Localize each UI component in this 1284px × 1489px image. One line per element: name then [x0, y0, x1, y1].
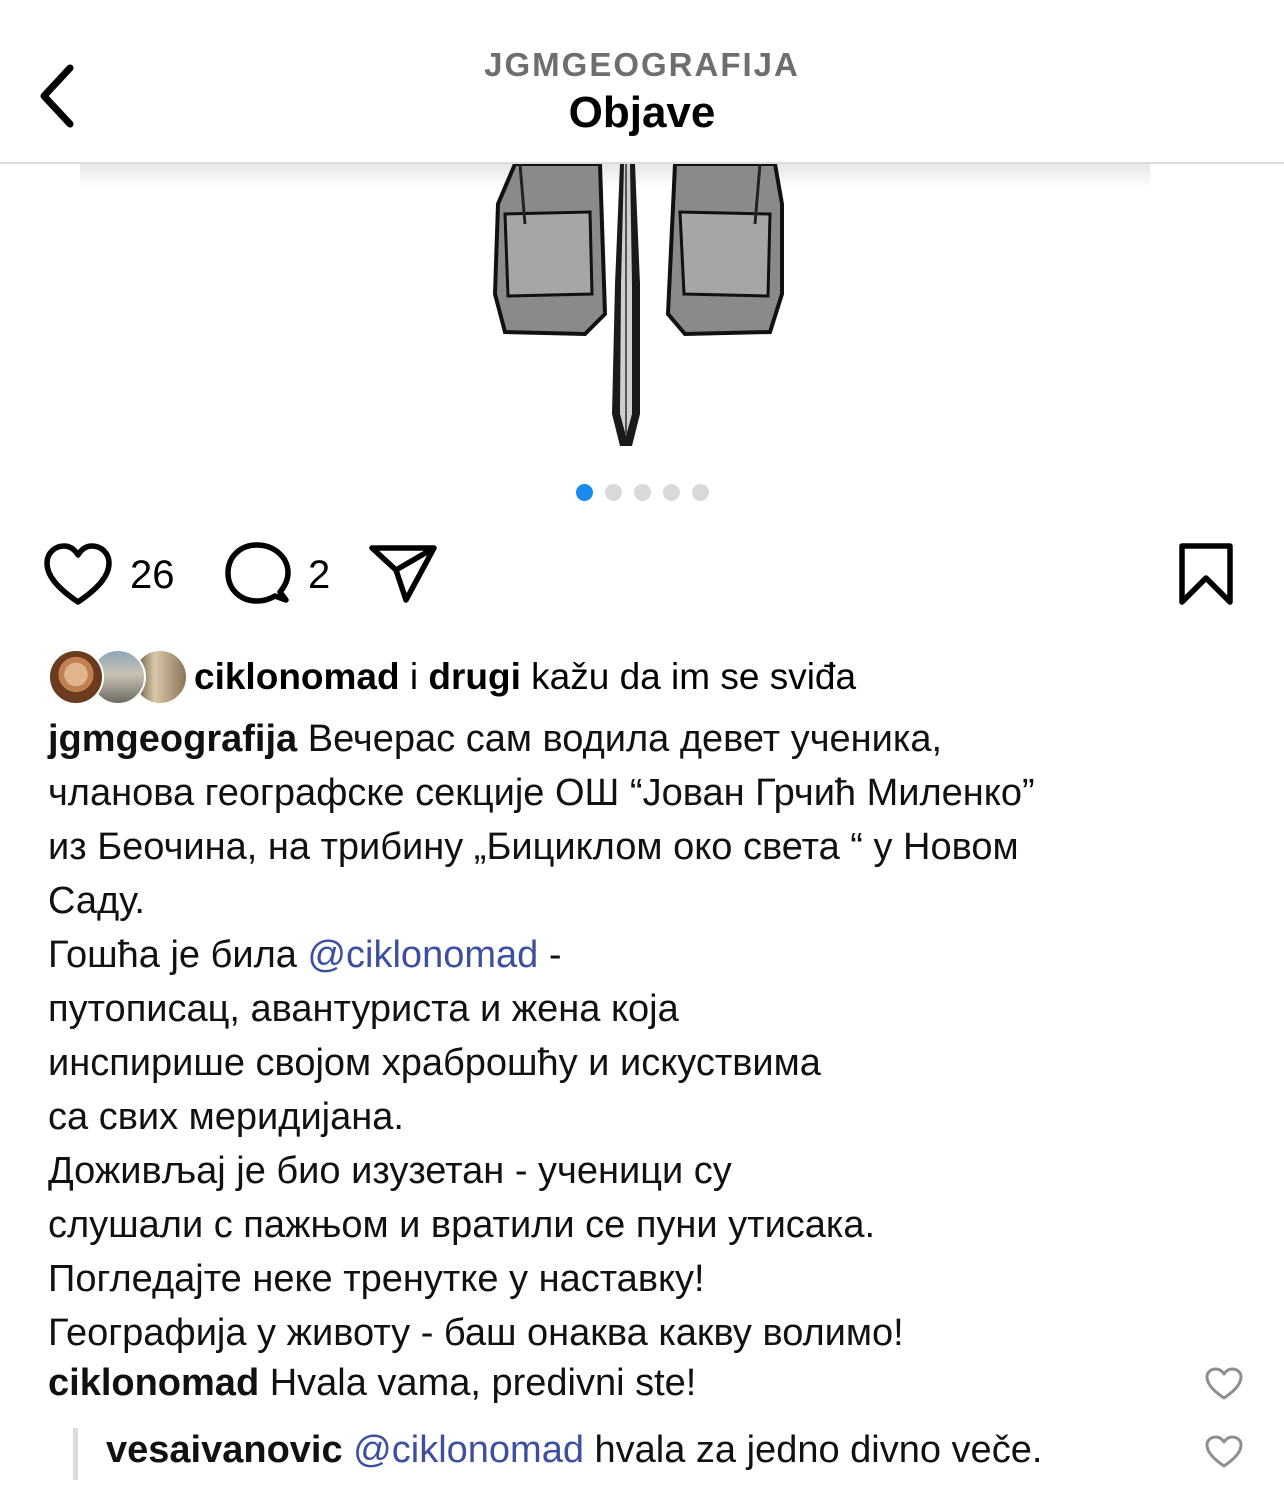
likes-summary[interactable]: ciklonomad i drugi kažu da im se sviđa — [48, 648, 856, 706]
like-count[interactable]: 26 — [130, 553, 175, 598]
reply-thread-line — [73, 1428, 78, 1480]
top-bar: JGMGEOGRAFIJA Objave — [0, 0, 1284, 164]
post-caption: jgmgeografija Вечерас сам водила девет у… — [48, 712, 1238, 1360]
heart-icon[interactable] — [42, 542, 114, 608]
comment-text: Hvala vama, predivni ste! — [269, 1362, 697, 1404]
liker-username[interactable]: ciklonomad — [194, 656, 400, 698]
caption-line: - — [538, 934, 562, 976]
caption-line: путописац, авантуриста и жена која — [48, 988, 679, 1030]
comment-text: hvala za jedno divno veče. — [583, 1429, 1043, 1471]
post-image[interactable] — [0, 164, 1284, 464]
likes-others[interactable]: drugi — [428, 656, 520, 698]
caption-line: Гошћа је била — [48, 934, 308, 976]
caption-mention[interactable]: @ciklonomad — [307, 934, 538, 976]
comment-icon[interactable] — [224, 540, 292, 608]
caption-line: из Беочина, на трибину „Бициклом око све… — [48, 826, 1019, 868]
likes-suffix: kažu da im se sviđa — [520, 656, 857, 697]
reply-comment: vesaivanovic @ciklonomad hvala za jedno … — [106, 1423, 1042, 1477]
caption-line: Вечерас сам водила девет ученика, — [307, 718, 943, 760]
liker-avatars[interactable] — [48, 649, 188, 705]
comment-like-heart-icon[interactable] — [1204, 1366, 1244, 1402]
caption-line: Саду. — [48, 880, 145, 922]
comment-username[interactable]: vesaivanovic — [106, 1429, 343, 1471]
comment-username[interactable]: ciklonomad — [48, 1362, 259, 1404]
account-name[interactable]: JGMGEOGRAFIJA — [0, 46, 1284, 84]
carousel-dot — [604, 484, 622, 501]
bookmark-icon[interactable] — [1176, 542, 1236, 608]
comment: ciklonomad Hvala vama, predivni ste! — [48, 1356, 696, 1410]
caption-line: слушали с пажњом и вратили се пуни утиса… — [48, 1204, 876, 1246]
share-icon[interactable] — [368, 542, 440, 606]
carousel-indicator — [0, 484, 1284, 502]
caption-line: са свих меридијана. — [48, 1096, 404, 1138]
caption-line: Доживљај је био изузетан - ученици су — [48, 1150, 732, 1192]
caption-username[interactable]: jgmgeografija — [48, 718, 297, 760]
carousel-dot — [691, 484, 709, 501]
comment-count[interactable]: 2 — [308, 553, 330, 598]
carousel-dot-active — [575, 484, 593, 501]
caption-line: Погледајте неке тренутке у наставку! — [48, 1258, 705, 1300]
caption-line: инспирише својом храброшћу и искуствима — [48, 1042, 821, 1084]
carousel-dot — [662, 484, 680, 501]
caption-line: Географија у животу - баш онаква какву в… — [48, 1312, 904, 1354]
page-title: Objave — [568, 88, 716, 137]
carousel-dot — [633, 484, 651, 501]
caption-line: чланова географске секције ОШ “Јован Грч… — [48, 772, 1035, 814]
comment-like-heart-icon[interactable] — [1204, 1434, 1244, 1470]
avatar — [48, 649, 104, 705]
likes-connector: i — [399, 656, 429, 697]
comment-mention[interactable]: @ciklonomad — [353, 1429, 584, 1471]
